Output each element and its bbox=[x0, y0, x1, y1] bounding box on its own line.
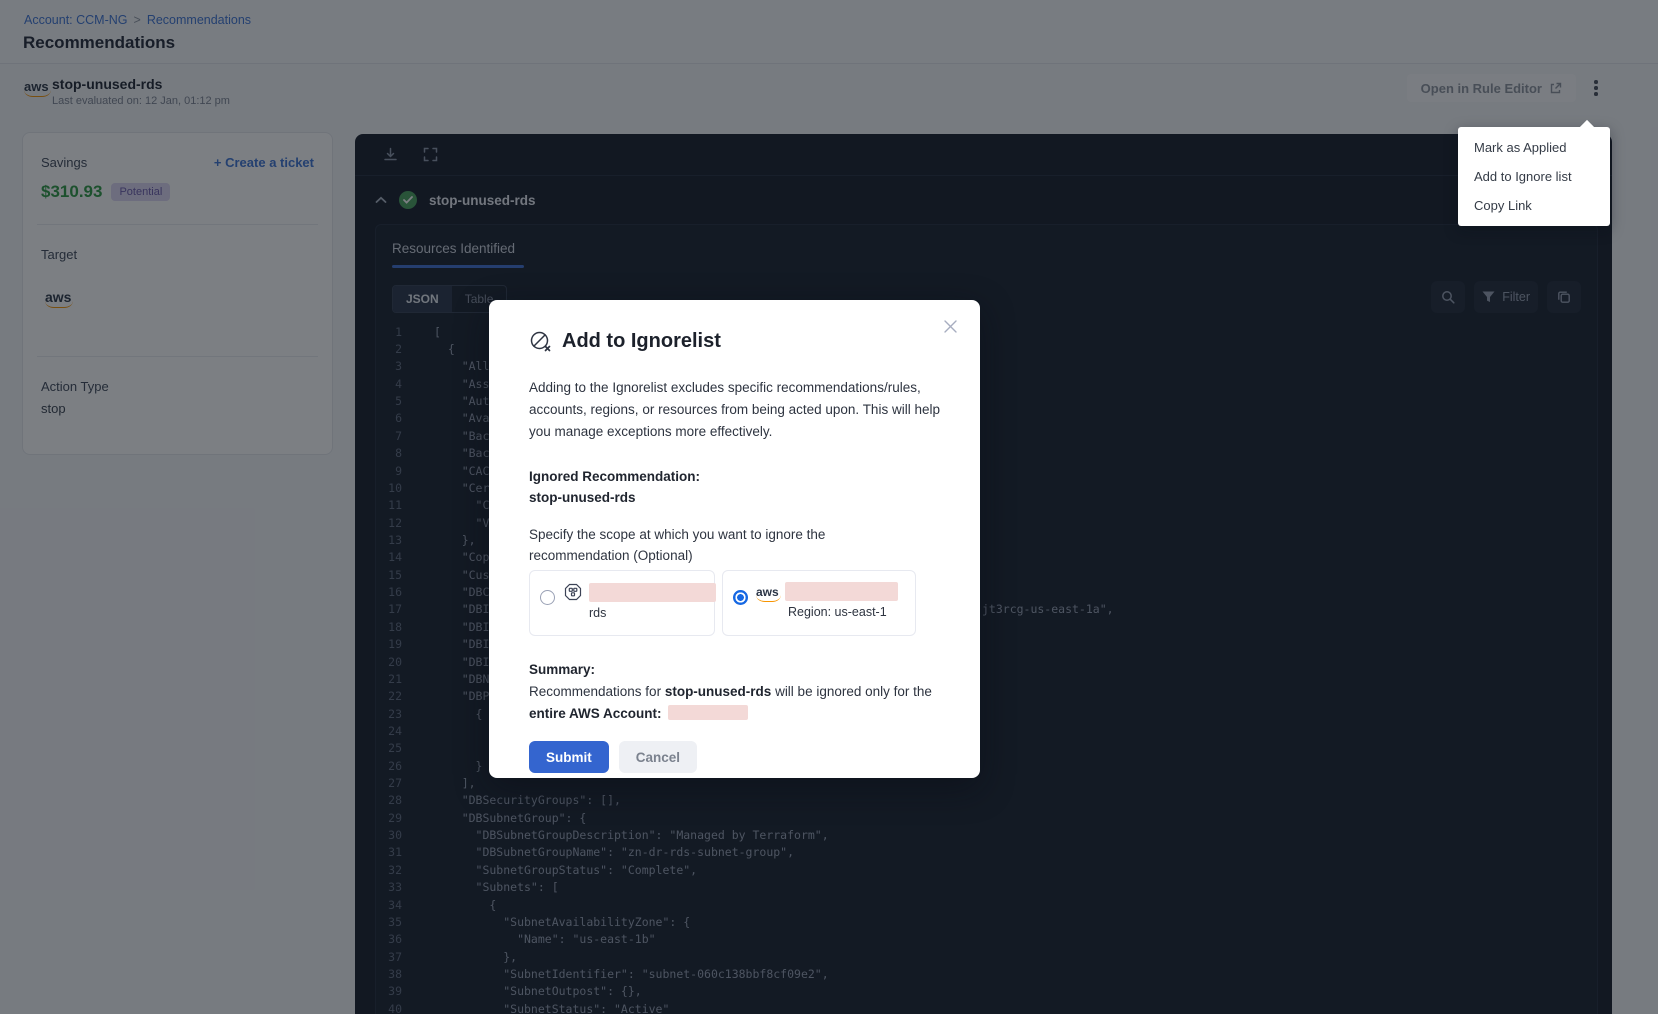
context-menu: Mark as Applied Add to Ignore list Copy … bbox=[1458, 127, 1610, 226]
radio-unselected[interactable] bbox=[540, 590, 555, 605]
context-menu-item[interactable]: Copy Link bbox=[1458, 191, 1610, 220]
summary-text: Recommendations for stop-unused-rds will… bbox=[529, 681, 933, 725]
context-menu-item[interactable]: Mark as Applied bbox=[1458, 133, 1610, 162]
cancel-button[interactable]: Cancel bbox=[619, 741, 697, 773]
summary-part: Recommendations for bbox=[529, 684, 665, 699]
context-menu-item[interactable]: Add to Ignore list bbox=[1458, 162, 1610, 191]
summary-recommendation-name: stop-unused-rds bbox=[665, 684, 772, 699]
resource-group-icon bbox=[563, 582, 583, 602]
scope-instruction: Specify the scope at which you want to i… bbox=[529, 525, 929, 567]
summary-account-scope: entire AWS Account: bbox=[529, 706, 662, 721]
summary-label: Summary: bbox=[529, 662, 940, 677]
scope-option-resource[interactable]: rds bbox=[529, 570, 715, 636]
ignored-recommendation-value: stop-unused-rds bbox=[529, 490, 940, 505]
scope-resource-caption: rds bbox=[589, 606, 716, 620]
modal-description: Adding to the Ignorelist excludes specif… bbox=[529, 377, 940, 443]
redacted-account-id bbox=[668, 705, 748, 720]
ignored-recommendation-label: Ignored Recommendation: bbox=[529, 469, 940, 484]
scope-options: rds aws Region: us-east-1 bbox=[529, 570, 940, 636]
scope-option-account[interactable]: aws Region: us-east-1 bbox=[722, 570, 916, 636]
modal-title: Add to Ignorelist bbox=[562, 330, 721, 353]
ignore-icon bbox=[529, 330, 552, 353]
scope-region-caption: Region: us-east-1 bbox=[788, 605, 898, 619]
aws-logo-icon: aws bbox=[756, 586, 779, 598]
summary-part: will be ignored only for the bbox=[771, 684, 932, 699]
redacted-account-id bbox=[785, 582, 898, 601]
redacted-resource-name bbox=[589, 583, 716, 602]
submit-button[interactable]: Submit bbox=[529, 741, 609, 773]
close-icon[interactable] bbox=[940, 316, 960, 336]
radio-selected[interactable] bbox=[733, 590, 748, 605]
add-to-ignorelist-modal: Add to Ignorelist Adding to the Ignoreli… bbox=[489, 300, 980, 778]
